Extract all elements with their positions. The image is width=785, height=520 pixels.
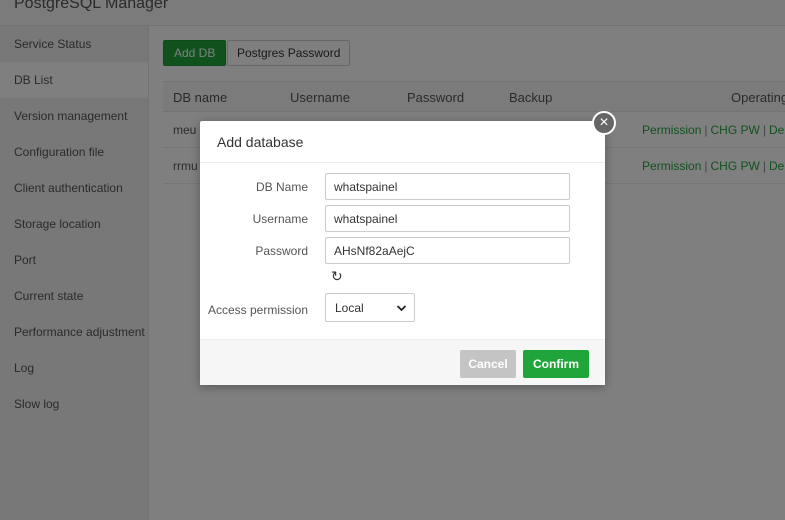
confirm-button[interactable]: Confirm bbox=[523, 350, 589, 378]
refresh-icon[interactable]: ↻ bbox=[331, 268, 343, 285]
username-label: Username bbox=[252, 212, 308, 226]
chevron-down-icon bbox=[396, 305, 407, 312]
access-permission-label: Access permission bbox=[207, 303, 308, 317]
password-label: Password bbox=[255, 244, 308, 258]
access-permission-value: Local bbox=[335, 301, 364, 315]
access-permission-select[interactable]: Local bbox=[325, 293, 415, 322]
db-name-label: DB Name bbox=[255, 180, 308, 194]
cancel-button[interactable]: Cancel bbox=[460, 350, 516, 378]
db-name-input[interactable] bbox=[325, 173, 570, 200]
username-input[interactable] bbox=[325, 205, 570, 232]
dialog-footer: Cancel Confirm bbox=[200, 339, 605, 385]
add-database-dialog: Add database DB Name Username Password ↻… bbox=[200, 121, 605, 385]
close-icon[interactable]: × bbox=[592, 111, 616, 135]
password-input[interactable] bbox=[325, 237, 570, 264]
dialog-title: Add database bbox=[200, 121, 605, 163]
